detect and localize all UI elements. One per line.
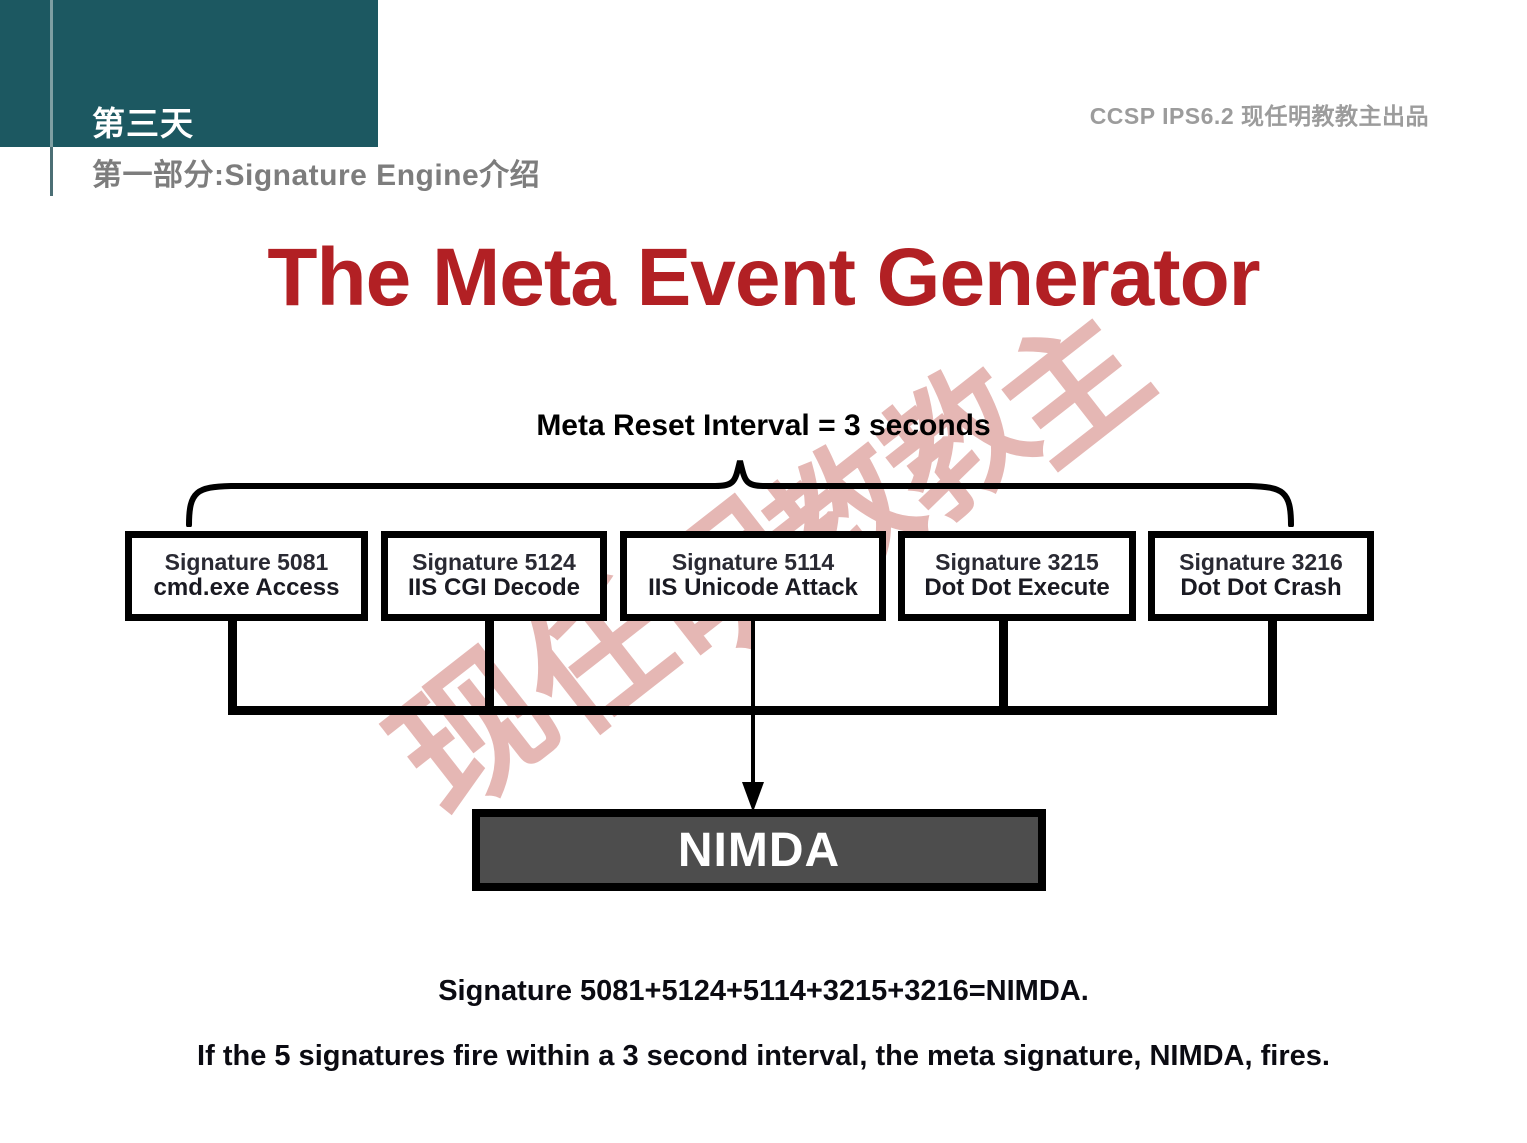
signature-box-inner: Signature 5114 IIS Unicode Attack bbox=[627, 538, 879, 614]
meta-event-diagram: Meta Reset Interval = 3 seconds Signatur… bbox=[0, 0, 1527, 1143]
signature-id: Signature 5081 bbox=[164, 548, 329, 575]
signature-id: Signature 5124 bbox=[412, 548, 576, 575]
meta-interval-brace bbox=[186, 460, 1294, 527]
meta-reset-interval-label: Meta Reset Interval = 3 seconds bbox=[536, 409, 991, 442]
flow-arrow-to-nimda bbox=[742, 620, 764, 812]
signature-box-5081[interactable]: Signature 5081 cmd.exe Access bbox=[125, 531, 368, 621]
signature-box-inner: Signature 5081 cmd.exe Access bbox=[132, 538, 361, 614]
signature-id: Signature 5114 bbox=[671, 548, 835, 575]
nimda-label: NIMDA bbox=[677, 823, 841, 877]
nimda-box-inner: NIMDA bbox=[480, 817, 1038, 883]
signature-name: IIS CGI Decode bbox=[407, 574, 581, 602]
signature-box-5114[interactable]: Signature 5114 IIS Unicode Attack bbox=[620, 531, 886, 621]
signature-box-3215[interactable]: Signature 3215 Dot Dot Execute bbox=[898, 531, 1136, 621]
signature-box-inner: Signature 3216 Dot Dot Crash bbox=[1155, 538, 1367, 614]
slide-canvas: 第三天 第一部分:Signature Engine介绍 CCSP IPS6.2 … bbox=[0, 0, 1527, 1143]
signature-name: Dot Dot Execute bbox=[924, 574, 1110, 602]
signature-box-5124[interactable]: Signature 5124 IIS CGI Decode bbox=[381, 531, 607, 621]
connector-drop-1 bbox=[228, 621, 237, 713]
signature-name: IIS Unicode Attack bbox=[648, 574, 858, 602]
nimda-result-box[interactable]: NIMDA bbox=[472, 809, 1046, 891]
connector-drop-4 bbox=[999, 621, 1008, 713]
signature-name: Dot Dot Crash bbox=[1180, 574, 1342, 602]
signature-id: Signature 3215 bbox=[935, 548, 1099, 575]
signature-id: Signature 3216 bbox=[1179, 548, 1343, 575]
connector-drop-5 bbox=[1268, 621, 1277, 713]
signature-name: cmd.exe Access bbox=[153, 574, 340, 602]
signature-box-inner: Signature 3215 Dot Dot Execute bbox=[905, 538, 1129, 614]
signature-box-inner: Signature 5124 IIS CGI Decode bbox=[388, 538, 600, 614]
signature-box-3216[interactable]: Signature 3216 Dot Dot Crash bbox=[1148, 531, 1374, 621]
connector-drop-2 bbox=[485, 621, 494, 713]
